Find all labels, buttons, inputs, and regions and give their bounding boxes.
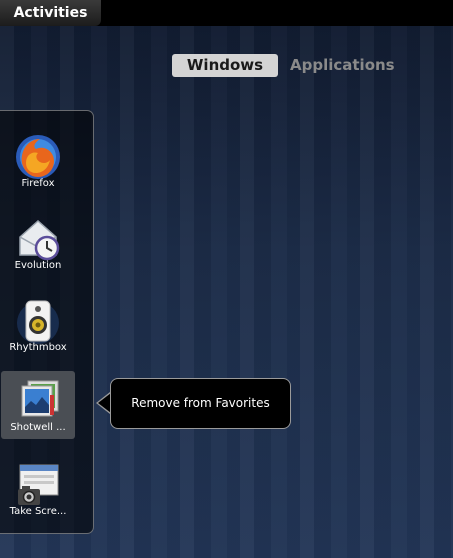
dash-item-label: Shotwell ... — [10, 422, 66, 433]
dash-item-take-screenshot[interactable]: Take Scre... — [1, 455, 75, 523]
dash-item-firefox[interactable]: Firefox — [1, 127, 75, 195]
shotwell-icon — [21, 380, 59, 417]
dash-item-evolution[interactable]: Evolution — [1, 209, 75, 277]
screenshot-icon — [18, 464, 59, 505]
dash-item-label: Take Scre... — [9, 506, 67, 517]
firefox-icon — [16, 135, 60, 179]
evolution-icon — [19, 219, 60, 261]
dash-item-label: Firefox — [21, 178, 55, 189]
rhythmbox-icon — [17, 300, 59, 344]
remove-from-favorites-menu-item[interactable]: Remove from Favorites — [110, 378, 291, 429]
dash-item-label: Evolution — [14, 260, 62, 271]
dash-item-label: Rhythmbox — [9, 342, 67, 353]
tab-windows[interactable]: Windows — [172, 54, 278, 77]
dash: Firefox Evolution Rhythmbox Shotwell ...… — [0, 110, 94, 534]
dash-item-shotwell[interactable]: Shotwell ... — [1, 371, 75, 439]
activities-button[interactable]: Activities — [0, 0, 101, 26]
top-bar: Activities — [0, 0, 453, 26]
tab-applications[interactable]: Applications — [290, 54, 395, 77]
dash-item-rhythmbox[interactable]: Rhythmbox — [1, 291, 75, 359]
